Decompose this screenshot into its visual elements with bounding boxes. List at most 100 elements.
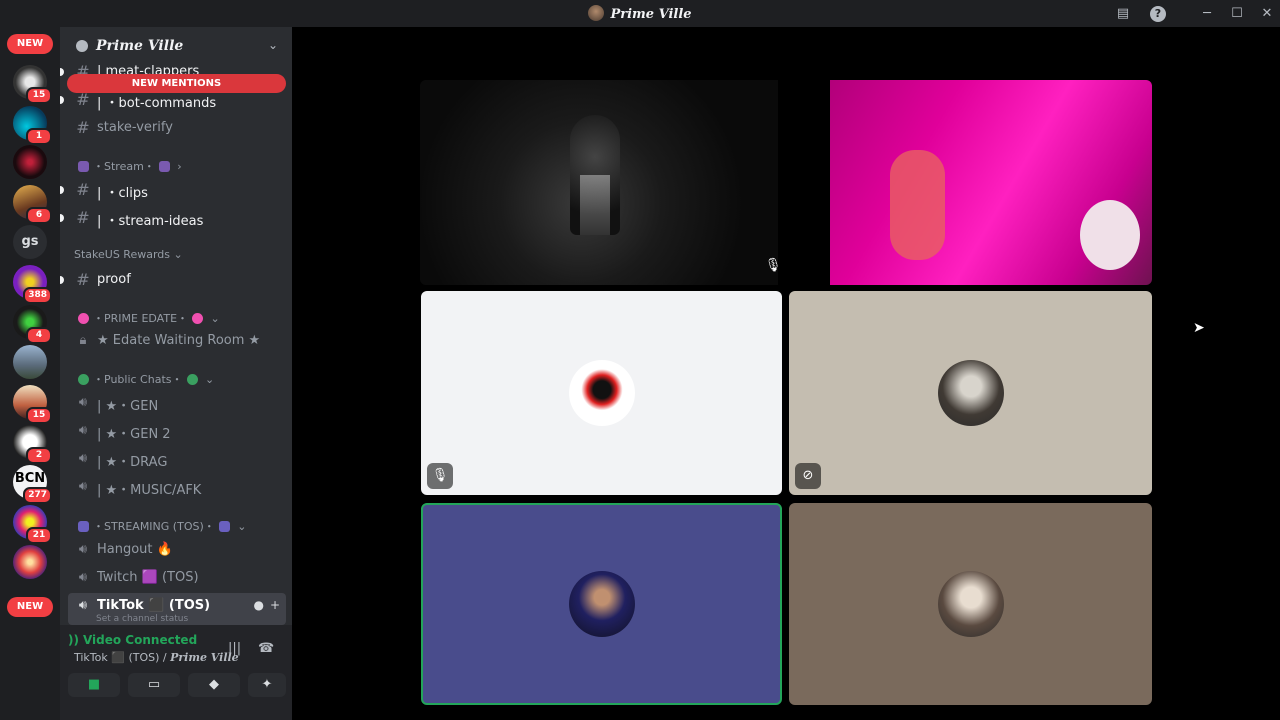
server-item-13[interactable]: [13, 545, 47, 579]
participant-tile-4[interactable]: [789, 503, 1152, 705]
unread-indicator: [60, 68, 64, 76]
minimize-button[interactable]: ─: [1198, 5, 1216, 23]
category-public-chats[interactable]: ・Public Chats・ ⌄: [74, 371, 214, 389]
guild-name: Prime Ville: [96, 38, 184, 54]
voice-channel-info[interactable]: TikTok ⬛ (TOS) / Prime Ville: [74, 651, 239, 664]
unread-indicator: [60, 186, 64, 194]
server-item-4[interactable]: 6: [13, 185, 52, 224]
hashtag-icon: #: [76, 180, 90, 199]
chevron-down-icon: ⌄: [267, 38, 278, 52]
channel-status[interactable]: Set a channel status: [96, 614, 188, 624]
chat-bubble-icon[interactable]: ●: [254, 598, 264, 612]
channel-tiktok[interactable]: 🔊︎ TikTok ⬛ (TOS) ● + Set a channel stat…: [68, 593, 286, 625]
screen-share-button[interactable]: ▭: [128, 673, 180, 697]
participant-avatar: [568, 571, 635, 637]
unread-indicator: [60, 276, 64, 284]
server-icon: [13, 145, 47, 179]
speaker-icon: 🔊︎: [78, 479, 88, 494]
video-tile-2[interactable]: [830, 80, 1152, 285]
channel-stake-verify[interactable]: # stake-verify: [68, 115, 286, 141]
mention-badge: 277: [23, 487, 52, 504]
channel-clips[interactable]: # | ・clips: [60, 177, 286, 203]
server-item-11[interactable]: BCN 277: [13, 465, 52, 504]
server-item-10[interactable]: 2: [13, 425, 52, 464]
channel-label: | ・bot-commands: [97, 96, 217, 111]
channel-twitch[interactable]: 🔊︎ Twitch 🟪 (TOS): [68, 565, 286, 591]
channel-proof[interactable]: # proof: [60, 267, 286, 293]
server-item-6[interactable]: 388: [13, 265, 52, 304]
category-label: ・PRIME EDATE・: [93, 312, 189, 325]
new-unreads-pill-bottom[interactable]: NEW: [7, 597, 53, 617]
new-unreads-pill-top[interactable]: NEW: [7, 34, 53, 54]
channel-hangout[interactable]: 🔊︎ Hangout 🔥: [68, 537, 286, 563]
activities-button[interactable]: ◆: [188, 673, 240, 697]
category-prime-edate[interactable]: ・PRIME EDATE・ ⌄: [74, 310, 220, 328]
heart-icon: [192, 313, 204, 324]
participant-tile-3-speaking[interactable]: [421, 503, 782, 705]
inbox-icon[interactable]: ▤: [1114, 5, 1132, 23]
signal-icon: )): [68, 633, 79, 647]
participant-tile-1[interactable]: 🎙︎: [421, 291, 782, 495]
category-stakeus-rewards[interactable]: StakeUS Rewards ⌄: [74, 248, 183, 266]
channel-label: Twitch 🟪 (TOS): [97, 570, 199, 585]
participant-avatar: [568, 360, 635, 426]
participant-tile-2[interactable]: ⊘: [789, 291, 1152, 495]
maximize-button[interactable]: ☐: [1228, 5, 1246, 23]
speaker-icon: 🔊︎: [78, 395, 88, 410]
window-title-text: Prime Ville: [610, 7, 692, 22]
camera-button[interactable]: ■: [68, 673, 120, 697]
channel-music-afk[interactable]: 🔊︎ | ★・MUSIC/AFK: [68, 474, 286, 500]
video-tile-1[interactable]: 🎙︎: [420, 80, 778, 285]
channel-bot-commands[interactable]: # | ・bot-commands: [60, 87, 286, 113]
channel-label: | ★・GEN 2: [97, 427, 171, 442]
plush-toy-shape: [1080, 200, 1140, 270]
globe-icon: [78, 374, 89, 385]
channel-drag[interactable]: 🔊︎ | ★・DRAG: [68, 446, 286, 472]
voice-status: )) Video Connected: [68, 633, 197, 647]
channel-stream-ideas[interactable]: # | ・stream-ideas: [60, 205, 286, 231]
mention-badge: 6: [26, 207, 52, 224]
disconnect-icon[interactable]: ☎︎: [258, 641, 274, 656]
channel-label: proof: [97, 272, 131, 287]
category-stream[interactable]: ・Stream・ ›: [74, 158, 182, 176]
title-bar: Prime Ville ▤ ? ─ ☐ ✕: [0, 0, 1280, 27]
category-streaming-tos[interactable]: ・STREAMING (TOS)・ ⌄: [74, 518, 246, 536]
invite-icon[interactable]: +: [270, 598, 280, 612]
shirt-graphic: [580, 175, 610, 235]
call-stage: 🎙︎ 🎙︎ ⊘: [292, 27, 1280, 720]
muted-mic-icon: 🎙︎: [764, 258, 778, 273]
server-item-7[interactable]: 4: [13, 305, 52, 344]
category-label: StakeUS Rewards: [74, 248, 171, 261]
server-item-3[interactable]: [13, 145, 47, 179]
server-item-5[interactable]: gs: [13, 225, 47, 259]
clapper-icon: [158, 161, 170, 172]
server-item-2[interactable]: 1: [13, 106, 52, 145]
heart-icon: [78, 313, 89, 324]
speaker-icon: 🔊︎: [78, 598, 88, 613]
channel-gen[interactable]: 🔊︎ | ★・GEN: [68, 390, 286, 416]
hashtag-icon: #: [76, 118, 90, 137]
channel-label: ★ Edate Waiting Room ★: [97, 333, 261, 348]
server-item-12[interactable]: 21: [13, 505, 52, 544]
server-item-1[interactable]: 15: [13, 65, 52, 104]
server-item-9[interactable]: 15: [13, 385, 52, 424]
channel-label: | ・stream-ideas: [97, 214, 204, 229]
voice-channel-name: TikTok ⬛ (TOS) /: [74, 651, 171, 664]
clapper-icon: [78, 161, 89, 172]
unread-indicator: [60, 214, 64, 222]
noise-suppression-icon[interactable]: |||: [228, 641, 241, 656]
globe-icon: [186, 374, 198, 385]
mention-badge: 2: [26, 447, 52, 464]
channel-gen-2[interactable]: 🔊︎ | ★・GEN 2: [68, 418, 286, 444]
channel-label: | ★・DRAG: [97, 455, 168, 470]
server-item-8[interactable]: [13, 345, 47, 379]
channel-edate-waiting-room[interactable]: 🔒︎ ★ Edate Waiting Room ★: [68, 328, 286, 354]
mention-badge: 15: [26, 87, 52, 104]
close-button[interactable]: ✕: [1258, 5, 1276, 23]
hand-shape: [890, 150, 945, 260]
help-icon[interactable]: ?: [1150, 6, 1166, 22]
soundboard-button[interactable]: ✦: [248, 673, 286, 697]
mention-badge: 15: [26, 407, 52, 424]
hashtag-icon: #: [76, 90, 90, 109]
mention-badge: 388: [23, 287, 52, 304]
